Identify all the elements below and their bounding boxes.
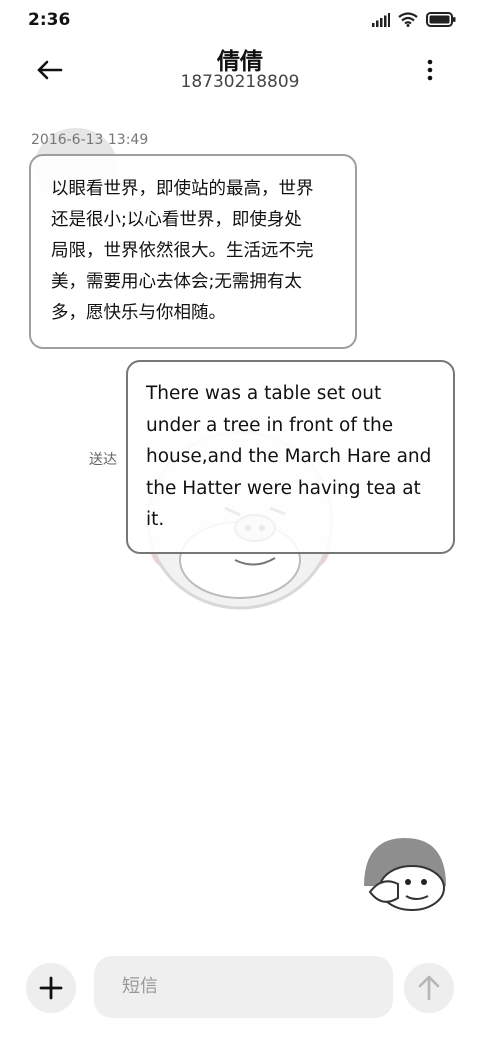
battery-icon [426, 12, 456, 27]
message-line: 还是很小;以心看世界，即使身处 [51, 210, 302, 230]
plus-icon [26, 963, 76, 1013]
contact-name: 倩倩 [217, 49, 263, 75]
send-arrow-icon [404, 963, 454, 1013]
signal-icon [372, 12, 390, 27]
more-options-button[interactable] [418, 54, 442, 86]
message-line: 以眼看世界，即使站的最高，世界 [51, 179, 314, 199]
message-line: house,and the March Hare and [146, 446, 432, 467]
status-icons [372, 12, 456, 27]
incoming-message-bubble[interactable]: 以眼看世界，即使站的最高，世界 还是很小;以心看世界，即使身处 局限，世界依然很… [29, 154, 357, 349]
message-line: under a tree in front of the [146, 414, 394, 436]
message-timestamp: 2016-6-13 13:49 [31, 132, 149, 148]
message-line: 美，需要用心去体会;无需拥有太 [51, 272, 302, 292]
outgoing-message-bubble[interactable]: There was a table set out under a tree i… [126, 360, 455, 554]
message-line: the Hatter were having tea at [146, 477, 421, 499]
message-line: it. [146, 509, 165, 530]
more-vertical-icon [418, 54, 442, 86]
status-time: 2:36 [28, 10, 71, 30]
message-composer: 短信 [0, 950, 480, 1030]
message-line: There was a table set out [146, 383, 382, 404]
sticker-avatar [362, 836, 448, 912]
delivery-status: 送达 [89, 452, 117, 468]
send-button[interactable] [404, 963, 454, 1013]
message-line: 局限，世界依然很大。生活远不完 [51, 241, 314, 261]
message-line: 多，愿快乐与你相随。 [51, 303, 226, 323]
message-input[interactable]: 短信 [94, 956, 393, 1018]
conversation-header: 倩倩 18730218809 [0, 40, 480, 110]
wifi-icon [398, 12, 418, 27]
status-bar: 2:36 [0, 0, 480, 40]
contact-number: 18730218809 [180, 72, 300, 92]
add-attachment-button[interactable] [26, 963, 76, 1013]
